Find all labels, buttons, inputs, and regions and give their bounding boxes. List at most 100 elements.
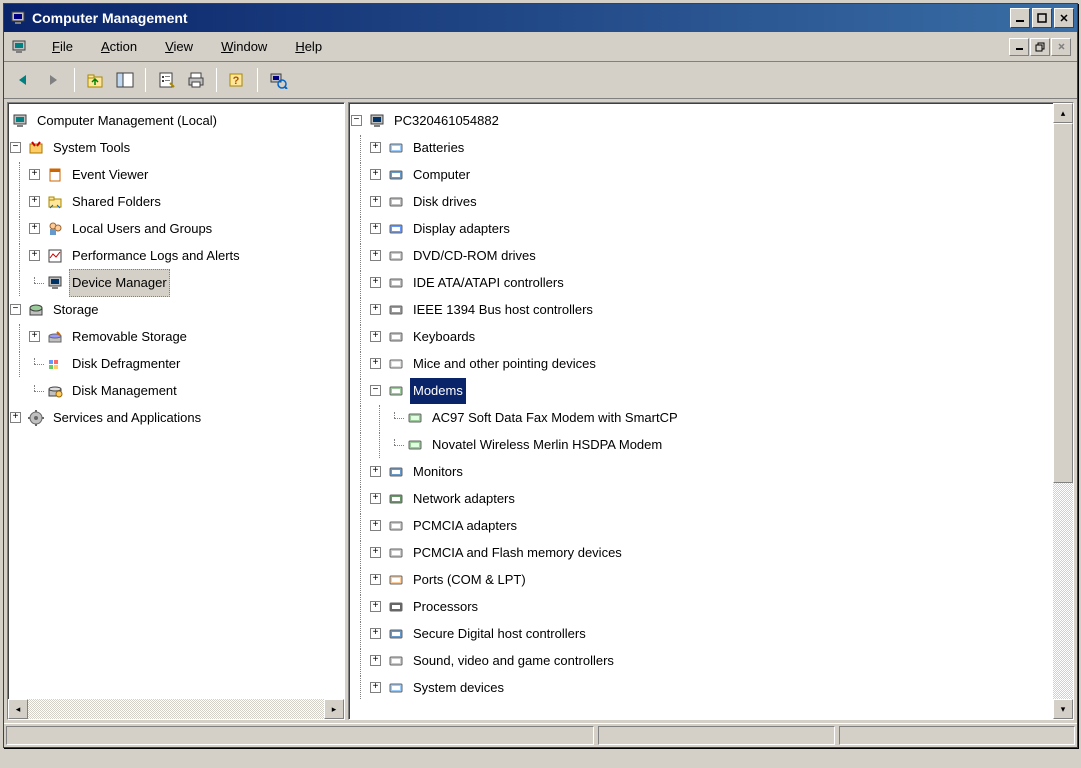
vertical-scrollbar[interactable]: ▴ ▾ [1053,103,1073,719]
expand-icon[interactable]: + [370,547,381,558]
device-category[interactable]: +Ports (COM & LPT) [351,566,1051,593]
forward-button[interactable] [40,66,68,94]
tree-node-disk-management[interactable]: Disk Management [10,377,342,404]
print-button[interactable] [182,66,210,94]
menu-action[interactable]: Action [87,36,151,57]
shared-folders-icon [45,192,65,212]
tree-node-disk-defragmenter[interactable]: Disk Defragmenter [10,350,342,377]
tree-node-services[interactable]: + Services and Applications [10,404,342,431]
modem-icon [405,408,425,428]
device-category-icon [386,327,406,347]
device-tree[interactable]: −PC320461054882+Batteries+Computer+Disk … [349,103,1073,699]
expand-icon[interactable]: + [370,304,381,315]
expand-icon[interactable]: + [29,196,40,207]
maximize-button[interactable] [1032,8,1052,28]
device-category[interactable]: +Disk drives [351,188,1051,215]
minimize-button[interactable] [1010,8,1030,28]
menu-window[interactable]: Window [207,36,281,57]
tree-node-device-manager[interactable]: Device Manager [10,269,342,296]
tree-node-event-viewer[interactable]: + Event Viewer [10,161,342,188]
mdi-minimize-button[interactable] [1009,38,1029,56]
device-category[interactable]: +DVD/CD-ROM drives [351,242,1051,269]
device-category[interactable]: +PCMCIA adapters [351,512,1051,539]
mdi-restore-button[interactable] [1030,38,1050,56]
scroll-thumb[interactable] [1053,123,1073,483]
collapse-icon[interactable]: − [10,304,21,315]
scope-tree[interactable]: Computer Management (Local) − System Too… [8,103,344,699]
device-category[interactable]: +Sound, video and game controllers [351,647,1051,674]
expand-icon[interactable]: + [370,601,381,612]
tree-node-local-users[interactable]: + Local Users and Groups [10,215,342,242]
horizontal-scrollbar[interactable]: ◂ ▸ [8,699,344,719]
expand-icon[interactable]: + [370,169,381,180]
collapse-icon[interactable]: − [10,142,21,153]
scroll-right-button[interactable]: ▸ [324,699,344,719]
menu-view[interactable]: View [151,36,207,57]
expand-icon[interactable]: + [370,142,381,153]
expand-icon[interactable]: + [370,574,381,585]
expand-icon[interactable]: + [370,277,381,288]
device-category[interactable]: +System devices [351,674,1051,699]
expand-icon[interactable]: + [370,520,381,531]
device-category[interactable]: +PCMCIA and Flash memory devices [351,539,1051,566]
device-category-icon [386,651,406,671]
scan-hardware-button[interactable] [264,66,292,94]
titlebar[interactable]: Computer Management [4,4,1077,32]
expand-icon[interactable]: + [29,223,40,234]
scroll-left-button[interactable]: ◂ [8,699,28,719]
menu-file[interactable]: File [38,36,87,57]
up-button[interactable] [81,66,109,94]
scroll-down-button[interactable]: ▾ [1053,699,1073,719]
device-category-icon [386,678,406,698]
device-category[interactable]: +Processors [351,593,1051,620]
device-category[interactable]: +Computer [351,161,1051,188]
device-category[interactable]: +IEEE 1394 Bus host controllers [351,296,1051,323]
expand-icon[interactable]: + [370,493,381,504]
device-category[interactable]: +IDE ATA/ATAPI controllers [351,269,1051,296]
device-category[interactable]: +Monitors [351,458,1051,485]
device-category[interactable]: +Network adapters [351,485,1051,512]
device-category[interactable]: +Display adapters [351,215,1051,242]
expand-icon[interactable]: + [370,682,381,693]
tree-root-computer-management[interactable]: Computer Management (Local) [10,107,342,134]
expand-icon[interactable]: + [29,250,40,261]
modem-icon [405,435,425,455]
expand-icon[interactable]: + [370,331,381,342]
toolbar-separator [145,68,146,92]
mdi-close-button[interactable] [1051,38,1071,56]
expand-icon[interactable]: + [370,655,381,666]
device-item[interactable]: AC97 Soft Data Fax Modem with SmartCP [351,404,1051,431]
expand-icon[interactable]: + [370,196,381,207]
expand-icon[interactable]: + [370,628,381,639]
collapse-icon[interactable]: − [351,115,362,126]
tree-node-system-tools[interactable]: − System Tools [10,134,342,161]
expand-icon[interactable]: + [370,358,381,369]
device-tree-root[interactable]: −PC320461054882 [351,107,1051,134]
device-category[interactable]: +Batteries [351,134,1051,161]
close-button[interactable] [1054,8,1074,28]
expand-icon[interactable]: + [29,169,40,180]
device-category[interactable]: +Mice and other pointing devices [351,350,1051,377]
collapse-icon[interactable]: − [370,385,381,396]
tree-node-shared-folders[interactable]: + Shared Folders [10,188,342,215]
properties-button[interactable] [152,66,180,94]
device-item[interactable]: Novatel Wireless Merlin HSDPA Modem [351,431,1051,458]
device-category[interactable]: −Modems [351,377,1051,404]
tree-node-storage[interactable]: − Storage [10,296,342,323]
expand-icon[interactable]: + [10,412,21,423]
device-category[interactable]: +Keyboards [351,323,1051,350]
show-hide-tree-button[interactable] [111,66,139,94]
back-button[interactable] [10,66,38,94]
scroll-up-button[interactable]: ▴ [1053,103,1073,123]
menu-help[interactable]: Help [281,36,336,57]
expand-icon[interactable]: + [29,331,40,342]
expand-icon[interactable]: + [370,250,381,261]
tree-node-removable-storage[interactable]: + Removable Storage [10,323,342,350]
expand-icon[interactable]: + [370,466,381,477]
expand-icon[interactable]: + [370,223,381,234]
defragmenter-icon [45,354,65,374]
device-category-icon [386,624,406,644]
tree-node-performance[interactable]: + Performance Logs and Alerts [10,242,342,269]
help-button[interactable]: ? [223,66,251,94]
device-category[interactable]: +Secure Digital host controllers [351,620,1051,647]
